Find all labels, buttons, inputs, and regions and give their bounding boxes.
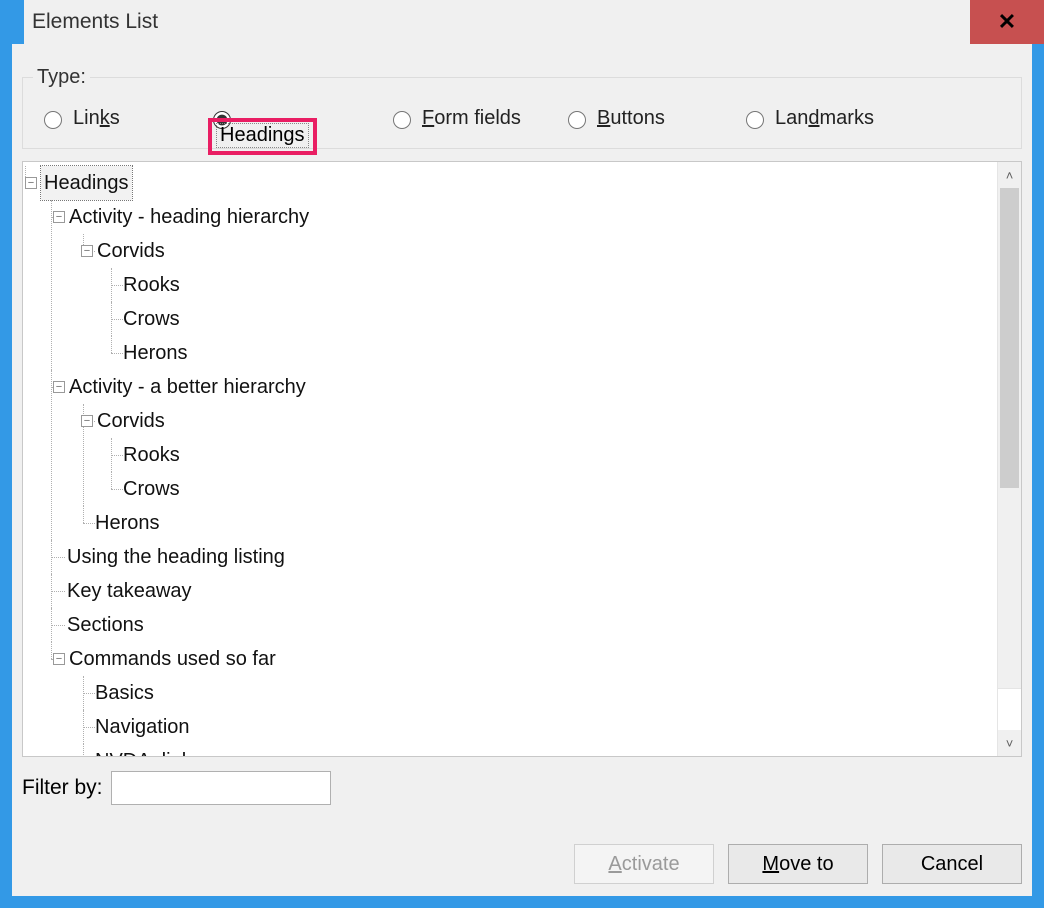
radio-headings[interactable]: Headings	[208, 107, 388, 130]
radio-landmarks-input[interactable]	[746, 111, 764, 129]
tree-item[interactable]: Key takeaway	[67, 574, 995, 608]
scroll-thumb[interactable]	[1000, 188, 1019, 488]
radio-links[interactable]: Links	[33, 107, 208, 130]
collapse-icon[interactable]: −	[81, 245, 93, 257]
tree-item[interactable]: Crows	[123, 302, 995, 336]
radio-links-input[interactable]	[44, 111, 62, 129]
scroll-down-icon[interactable]: ˅	[998, 730, 1021, 756]
radio-landmarks[interactable]: Landmarks	[741, 107, 921, 130]
buttons-row: Activate Move to Cancel	[574, 844, 1022, 884]
tree-item[interactable]: −Corvids	[95, 404, 995, 438]
tree-item[interactable]: −Activity - heading hierarchy	[67, 200, 995, 234]
window: Elements List ✕ Type: Links Headings For…	[0, 0, 1044, 908]
collapse-icon[interactable]: −	[53, 653, 65, 665]
scroll-track[interactable]	[998, 188, 1021, 688]
scroll-blank	[998, 688, 1021, 730]
tree-item[interactable]: −Corvids	[95, 234, 995, 268]
radio-buttons-label: Buttons	[597, 107, 665, 130]
scroll-up-icon[interactable]: ˄	[998, 162, 1021, 188]
tree-item[interactable]: Herons	[95, 506, 995, 540]
tree-item[interactable]: Basics	[95, 676, 995, 710]
tree-container: −Headings −Activity - heading hierarchy …	[22, 161, 1022, 757]
tree-item[interactable]: −Activity - a better hierarchy	[67, 370, 995, 404]
moveto-button[interactable]: Move to	[728, 844, 868, 884]
close-button[interactable]: ✕	[970, 0, 1044, 44]
tree-item[interactable]: NVDA dialogs	[95, 744, 995, 756]
tree-item[interactable]: Navigation	[95, 710, 995, 744]
tree-item[interactable]: −Commands used so far	[67, 642, 995, 676]
collapse-icon[interactable]: −	[25, 177, 37, 189]
type-legend: Type:	[33, 66, 90, 89]
cancel-button[interactable]: Cancel	[882, 844, 1022, 884]
tree-item[interactable]: Rooks	[123, 438, 995, 472]
activate-button[interactable]: Activate	[574, 844, 714, 884]
radio-formfields-input[interactable]	[393, 111, 411, 129]
radio-links-label: Links	[73, 107, 120, 130]
collapse-icon[interactable]: −	[81, 415, 93, 427]
window-title: Elements List	[24, 0, 970, 44]
radio-buttons[interactable]: Buttons	[563, 107, 741, 130]
radio-headings-input[interactable]	[213, 111, 231, 129]
scrollbar[interactable]: ˄ ˅	[997, 162, 1021, 756]
tree-item[interactable]: Herons	[123, 336, 995, 370]
collapse-icon[interactable]: −	[53, 381, 65, 393]
type-group: Type: Links Headings Form fields Buttons	[22, 66, 1022, 149]
tree-item[interactable]: Rooks	[123, 268, 995, 302]
tree-root[interactable]: −Headings	[39, 166, 995, 200]
filter-input[interactable]	[111, 771, 331, 805]
tree[interactable]: −Headings −Activity - heading hierarchy …	[23, 162, 997, 756]
collapse-icon[interactable]: −	[53, 211, 65, 223]
radio-landmarks-label: Landmarks	[775, 107, 874, 130]
close-icon: ✕	[998, 9, 1016, 35]
tree-item[interactable]: Crows	[123, 472, 995, 506]
filter-row: Filter by:	[22, 771, 1022, 805]
tree-item[interactable]: Sections	[67, 608, 995, 642]
radio-formfields[interactable]: Form fields	[388, 107, 563, 130]
tree-item[interactable]: Using the heading listing	[67, 540, 995, 574]
radio-buttons-input[interactable]	[568, 111, 586, 129]
titlebar: Elements List ✕	[0, 0, 1044, 44]
client-area: Type: Links Headings Form fields Buttons	[12, 44, 1032, 896]
filter-label: Filter by:	[22, 776, 103, 800]
radio-formfields-label: Form fields	[422, 107, 521, 130]
type-radio-row: Links Headings Form fields Buttons Landm…	[33, 107, 1011, 130]
